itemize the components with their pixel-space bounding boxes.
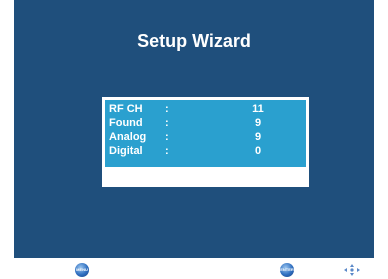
tv-screen: Setup Wizard RF CH : 11 Found : 9 Analog…	[14, 0, 374, 258]
rf-ch-colon: :	[165, 103, 169, 115]
enter-button-icon[interactable]: ENTER	[280, 263, 294, 277]
scan-progress-bar	[105, 170, 306, 184]
digital-value: 0	[254, 145, 262, 157]
analog-label: Analog	[109, 131, 147, 143]
navigation-arrows-icon	[344, 264, 360, 276]
enter-button-label: ENTER	[280, 267, 294, 272]
analog-value: 9	[254, 131, 262, 143]
page-title: Setup Wizard	[137, 31, 251, 51]
row-analog: Analog : 9	[105, 131, 306, 143]
digital-label: Digital	[109, 145, 143, 157]
found-label: Found	[109, 117, 143, 129]
rf-ch-value: 11	[252, 103, 264, 115]
digital-colon: :	[165, 145, 169, 157]
scan-info-box: RF CH : 11 Found : 9 Analog : 9 Digital …	[105, 100, 306, 167]
scan-info-panel: RF CH : 11 Found : 9 Analog : 9 Digital …	[102, 97, 309, 187]
found-colon: :	[165, 117, 169, 129]
rf-ch-label: RF CH	[109, 103, 143, 115]
analog-colon: :	[165, 131, 169, 143]
row-found: Found : 9	[105, 117, 306, 129]
row-digital: Digital : 0	[105, 145, 306, 157]
menu-button-label: MENU	[76, 267, 88, 272]
row-rf-ch: RF CH : 11	[105, 103, 306, 115]
button-hint-bar	[0, 258, 388, 279]
menu-button-icon[interactable]: MENU	[75, 263, 89, 277]
found-value: 9	[254, 117, 262, 129]
